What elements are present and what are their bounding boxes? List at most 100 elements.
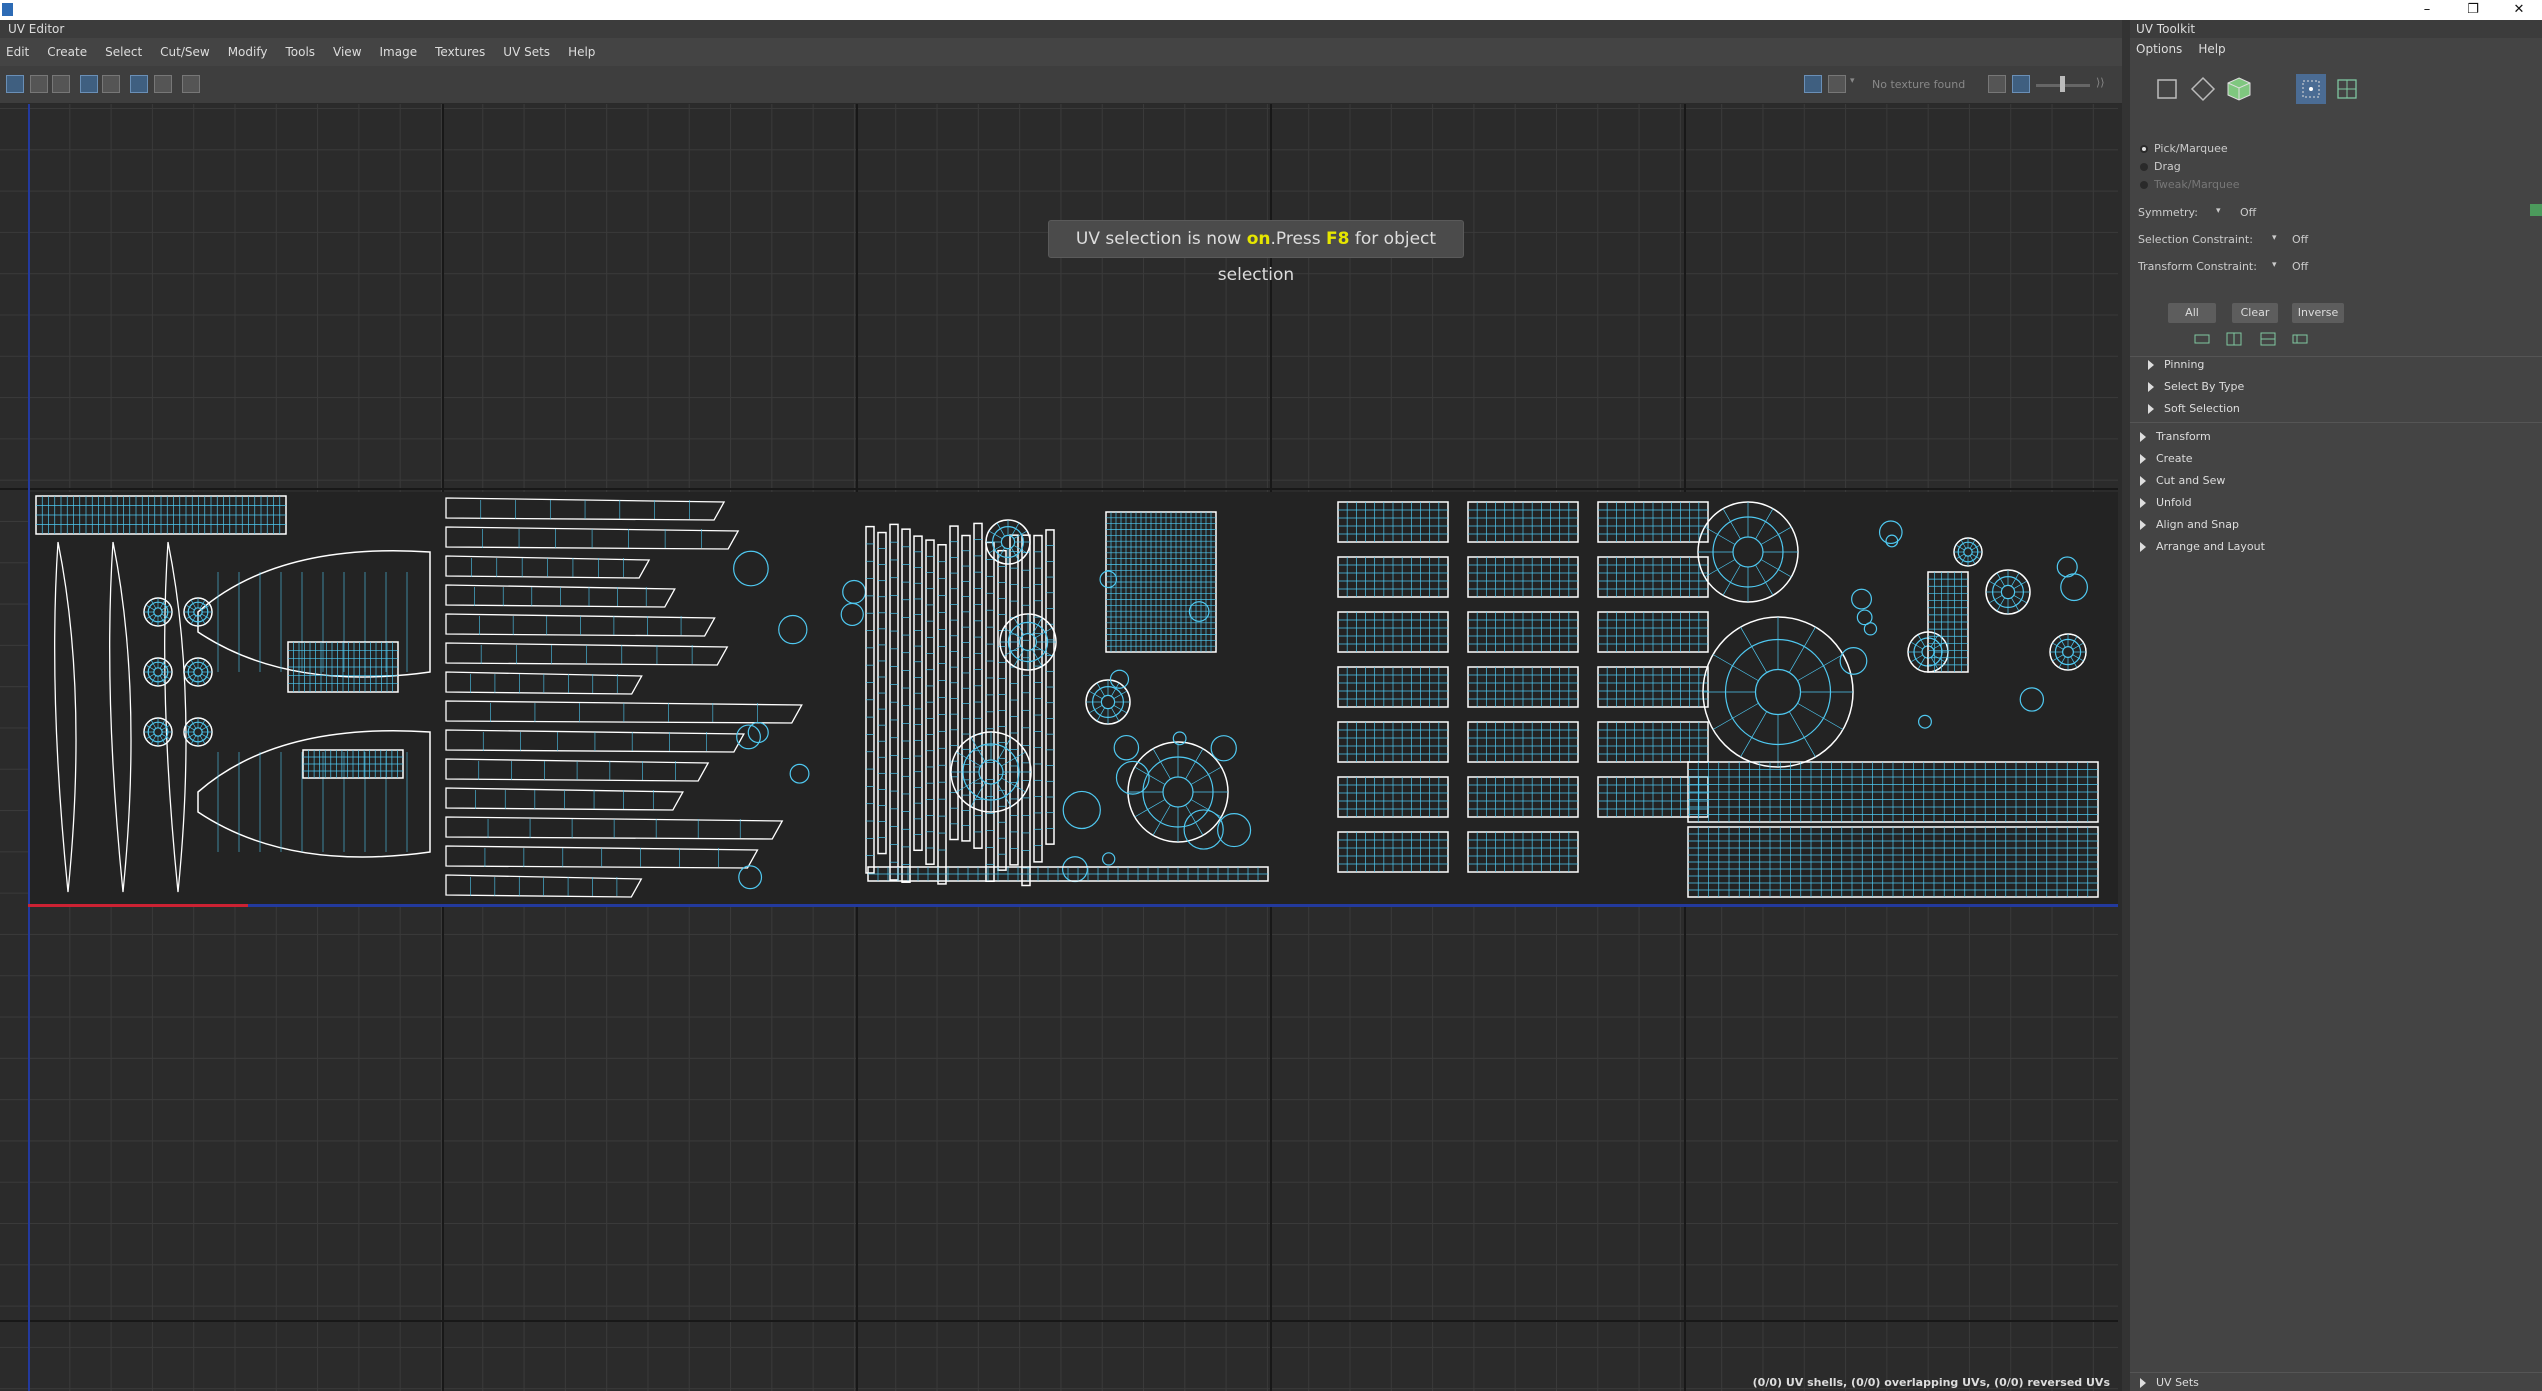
uv-layout-icon[interactable] bbox=[30, 75, 48, 93]
app-icon bbox=[2, 3, 13, 16]
menu-modify[interactable]: Modify bbox=[228, 45, 268, 59]
section-create[interactable]: Create bbox=[2140, 452, 2193, 465]
notification-middle: .Press bbox=[1270, 229, 1327, 249]
expand-triangle-icon[interactable] bbox=[2148, 360, 2154, 370]
border-icon[interactable] bbox=[102, 75, 120, 93]
section-label: Transform bbox=[2156, 430, 2211, 443]
mode-pick-marquee[interactable]: Pick/Marquee bbox=[2140, 142, 2228, 155]
restore-button[interactable]: ❐ bbox=[2450, 0, 2496, 20]
toolkit-menu-help[interactable]: Help bbox=[2198, 42, 2225, 56]
uv-toolkit-panel: UV Toolkit Options Help Pick/Marquee Dra… bbox=[2130, 20, 2542, 1391]
radio[interactable] bbox=[2140, 180, 2148, 189]
uv-vertex-select-icon[interactable] bbox=[2296, 74, 2326, 104]
expand-triangle-icon[interactable] bbox=[2140, 432, 2146, 442]
selection-constraint-value[interactable]: Off bbox=[2292, 233, 2308, 246]
close-button[interactable]: ✕ bbox=[2496, 0, 2542, 20]
menu-uv-sets[interactable]: UV Sets bbox=[503, 45, 550, 59]
grid-icon[interactable] bbox=[130, 75, 148, 93]
exposure-icon[interactable] bbox=[1988, 75, 2006, 93]
checker-icon[interactable] bbox=[1828, 75, 1846, 93]
menu-select[interactable]: Select bbox=[105, 45, 142, 59]
divider bbox=[2130, 1372, 2542, 1373]
menu-cut-sew[interactable]: Cut/Sew bbox=[160, 45, 210, 59]
clear-button[interactable]: Clear bbox=[2232, 303, 2278, 323]
menu-image[interactable]: Image bbox=[380, 45, 418, 59]
transform-constraint-value[interactable]: Off bbox=[2292, 260, 2308, 273]
menu-textures[interactable]: Textures bbox=[435, 45, 485, 59]
section-label: UV Sets bbox=[2156, 1376, 2199, 1389]
radio[interactable] bbox=[2140, 162, 2148, 171]
section-cut-and-sew[interactable]: Cut and Sew bbox=[2140, 474, 2225, 487]
expand-triangle-icon[interactable] bbox=[2140, 454, 2146, 464]
select-all-button[interactable]: All bbox=[2168, 303, 2216, 323]
expand-triangle-icon[interactable] bbox=[2140, 476, 2146, 486]
panel-splitter[interactable] bbox=[2122, 20, 2130, 1391]
section-soft-selection[interactable]: Soft Selection bbox=[2148, 402, 2240, 415]
shell-icon[interactable] bbox=[52, 75, 70, 93]
section-unfold[interactable]: Unfold bbox=[2140, 496, 2192, 509]
symmetry-toggle-icon[interactable] bbox=[2530, 204, 2542, 216]
mode-label: Drag bbox=[2154, 160, 2181, 173]
uv-viewport[interactable]: UV selection is now on.Press F8 for obje… bbox=[0, 104, 2118, 1391]
expand-triangle-icon[interactable] bbox=[2140, 1378, 2146, 1388]
expand-triangle-icon[interactable] bbox=[2140, 520, 2146, 530]
section-align-and-snap[interactable]: Align and Snap bbox=[2140, 518, 2239, 531]
select-edge-loop-icon[interactable] bbox=[2292, 332, 2308, 346]
toolkit-menu-options[interactable]: Options bbox=[2136, 42, 2182, 56]
chevron-down-icon[interactable]: ▾ bbox=[2272, 260, 2277, 270]
snapshot-icon[interactable] bbox=[182, 75, 200, 93]
expand-triangle-icon[interactable] bbox=[2140, 542, 2146, 552]
wireframe-icon[interactable] bbox=[80, 75, 98, 93]
exposure-slider-knob[interactable] bbox=[2060, 76, 2065, 92]
section-transform[interactable]: Transform bbox=[2140, 430, 2211, 443]
mode-label: Tweak/Marquee bbox=[2154, 178, 2240, 191]
menu-help[interactable]: Help bbox=[568, 45, 595, 59]
object-cube-icon[interactable] bbox=[2224, 74, 2254, 104]
menu-create[interactable]: Create bbox=[47, 45, 87, 59]
notification-state: on bbox=[1246, 229, 1271, 249]
mode-tweak-marquee[interactable]: Tweak/Marquee bbox=[2140, 178, 2240, 191]
grow-selection-icon[interactable] bbox=[2194, 332, 2210, 346]
minimize-button[interactable]: – bbox=[2404, 0, 2450, 20]
symmetry-label: Symmetry: bbox=[2138, 206, 2198, 219]
uv-shell-icon[interactable] bbox=[2188, 74, 2218, 104]
section-pinning[interactable]: Pinning bbox=[2148, 358, 2204, 371]
shaded-icon[interactable] bbox=[154, 75, 172, 93]
gamma-icon[interactable] bbox=[2012, 75, 2030, 93]
selection-constraint-row[interactable]: Selection Constraint: ▾ Off bbox=[2138, 233, 2308, 246]
radio-selected[interactable] bbox=[2140, 144, 2148, 153]
expand-triangle-icon[interactable] bbox=[2148, 382, 2154, 392]
texture-status: No texture found bbox=[1872, 78, 1966, 91]
expand-triangle-icon[interactable] bbox=[2148, 404, 2154, 414]
major-grid-line-top bbox=[0, 488, 2118, 490]
chevron-down-icon[interactable]: ▾ bbox=[2216, 206, 2221, 216]
menu-tools[interactable]: Tools bbox=[285, 45, 315, 59]
notification-prefix: UV selection is now bbox=[1075, 229, 1247, 249]
display-uv-icon[interactable] bbox=[6, 75, 24, 93]
uv-grid-select-icon[interactable] bbox=[2332, 74, 2362, 104]
inverse-button[interactable]: Inverse bbox=[2292, 303, 2344, 323]
chevron-down-icon[interactable]: ▾ bbox=[1850, 76, 1855, 86]
chevron-down-icon[interactable]: ▾ bbox=[2272, 233, 2277, 243]
uv-toolkit-title: UV Toolkit bbox=[2130, 20, 2542, 38]
transform-constraint-row[interactable]: Transform Constraint: ▾ Off bbox=[2138, 260, 2308, 273]
symmetry-value[interactable]: Off bbox=[2240, 206, 2256, 219]
section-arrange-and-layout[interactable]: Arrange and Layout bbox=[2140, 540, 2265, 553]
divider bbox=[2130, 356, 2542, 357]
window-title-bar: – ❐ ✕ bbox=[0, 0, 2542, 20]
expand-triangle-icon[interactable] bbox=[2140, 498, 2146, 508]
section-select-by-type[interactable]: Select By Type bbox=[2148, 380, 2244, 393]
expand-toolbar-icon[interactable]: ⟩⟩ bbox=[2096, 76, 2105, 89]
menu-edit[interactable]: Edit bbox=[6, 45, 29, 59]
menu-view[interactable]: View bbox=[333, 45, 361, 59]
uv-axis-u bbox=[28, 904, 2118, 907]
uv-editor-menubar: Edit Create Select Cut/Sew Modify Tools … bbox=[0, 38, 2122, 66]
section-uv-sets[interactable]: UV Sets bbox=[2140, 1376, 2199, 1389]
shrink-selection-icon[interactable] bbox=[2226, 332, 2242, 346]
image-display-icon[interactable] bbox=[1804, 75, 1822, 93]
mode-drag[interactable]: Drag bbox=[2140, 160, 2181, 173]
uv-shells[interactable] bbox=[28, 492, 2118, 906]
uv-component-icon[interactable] bbox=[2152, 74, 2182, 104]
select-shell-border-icon[interactable] bbox=[2260, 332, 2276, 346]
symmetry-row[interactable]: Symmetry: ▾ Off bbox=[2138, 204, 2542, 219]
